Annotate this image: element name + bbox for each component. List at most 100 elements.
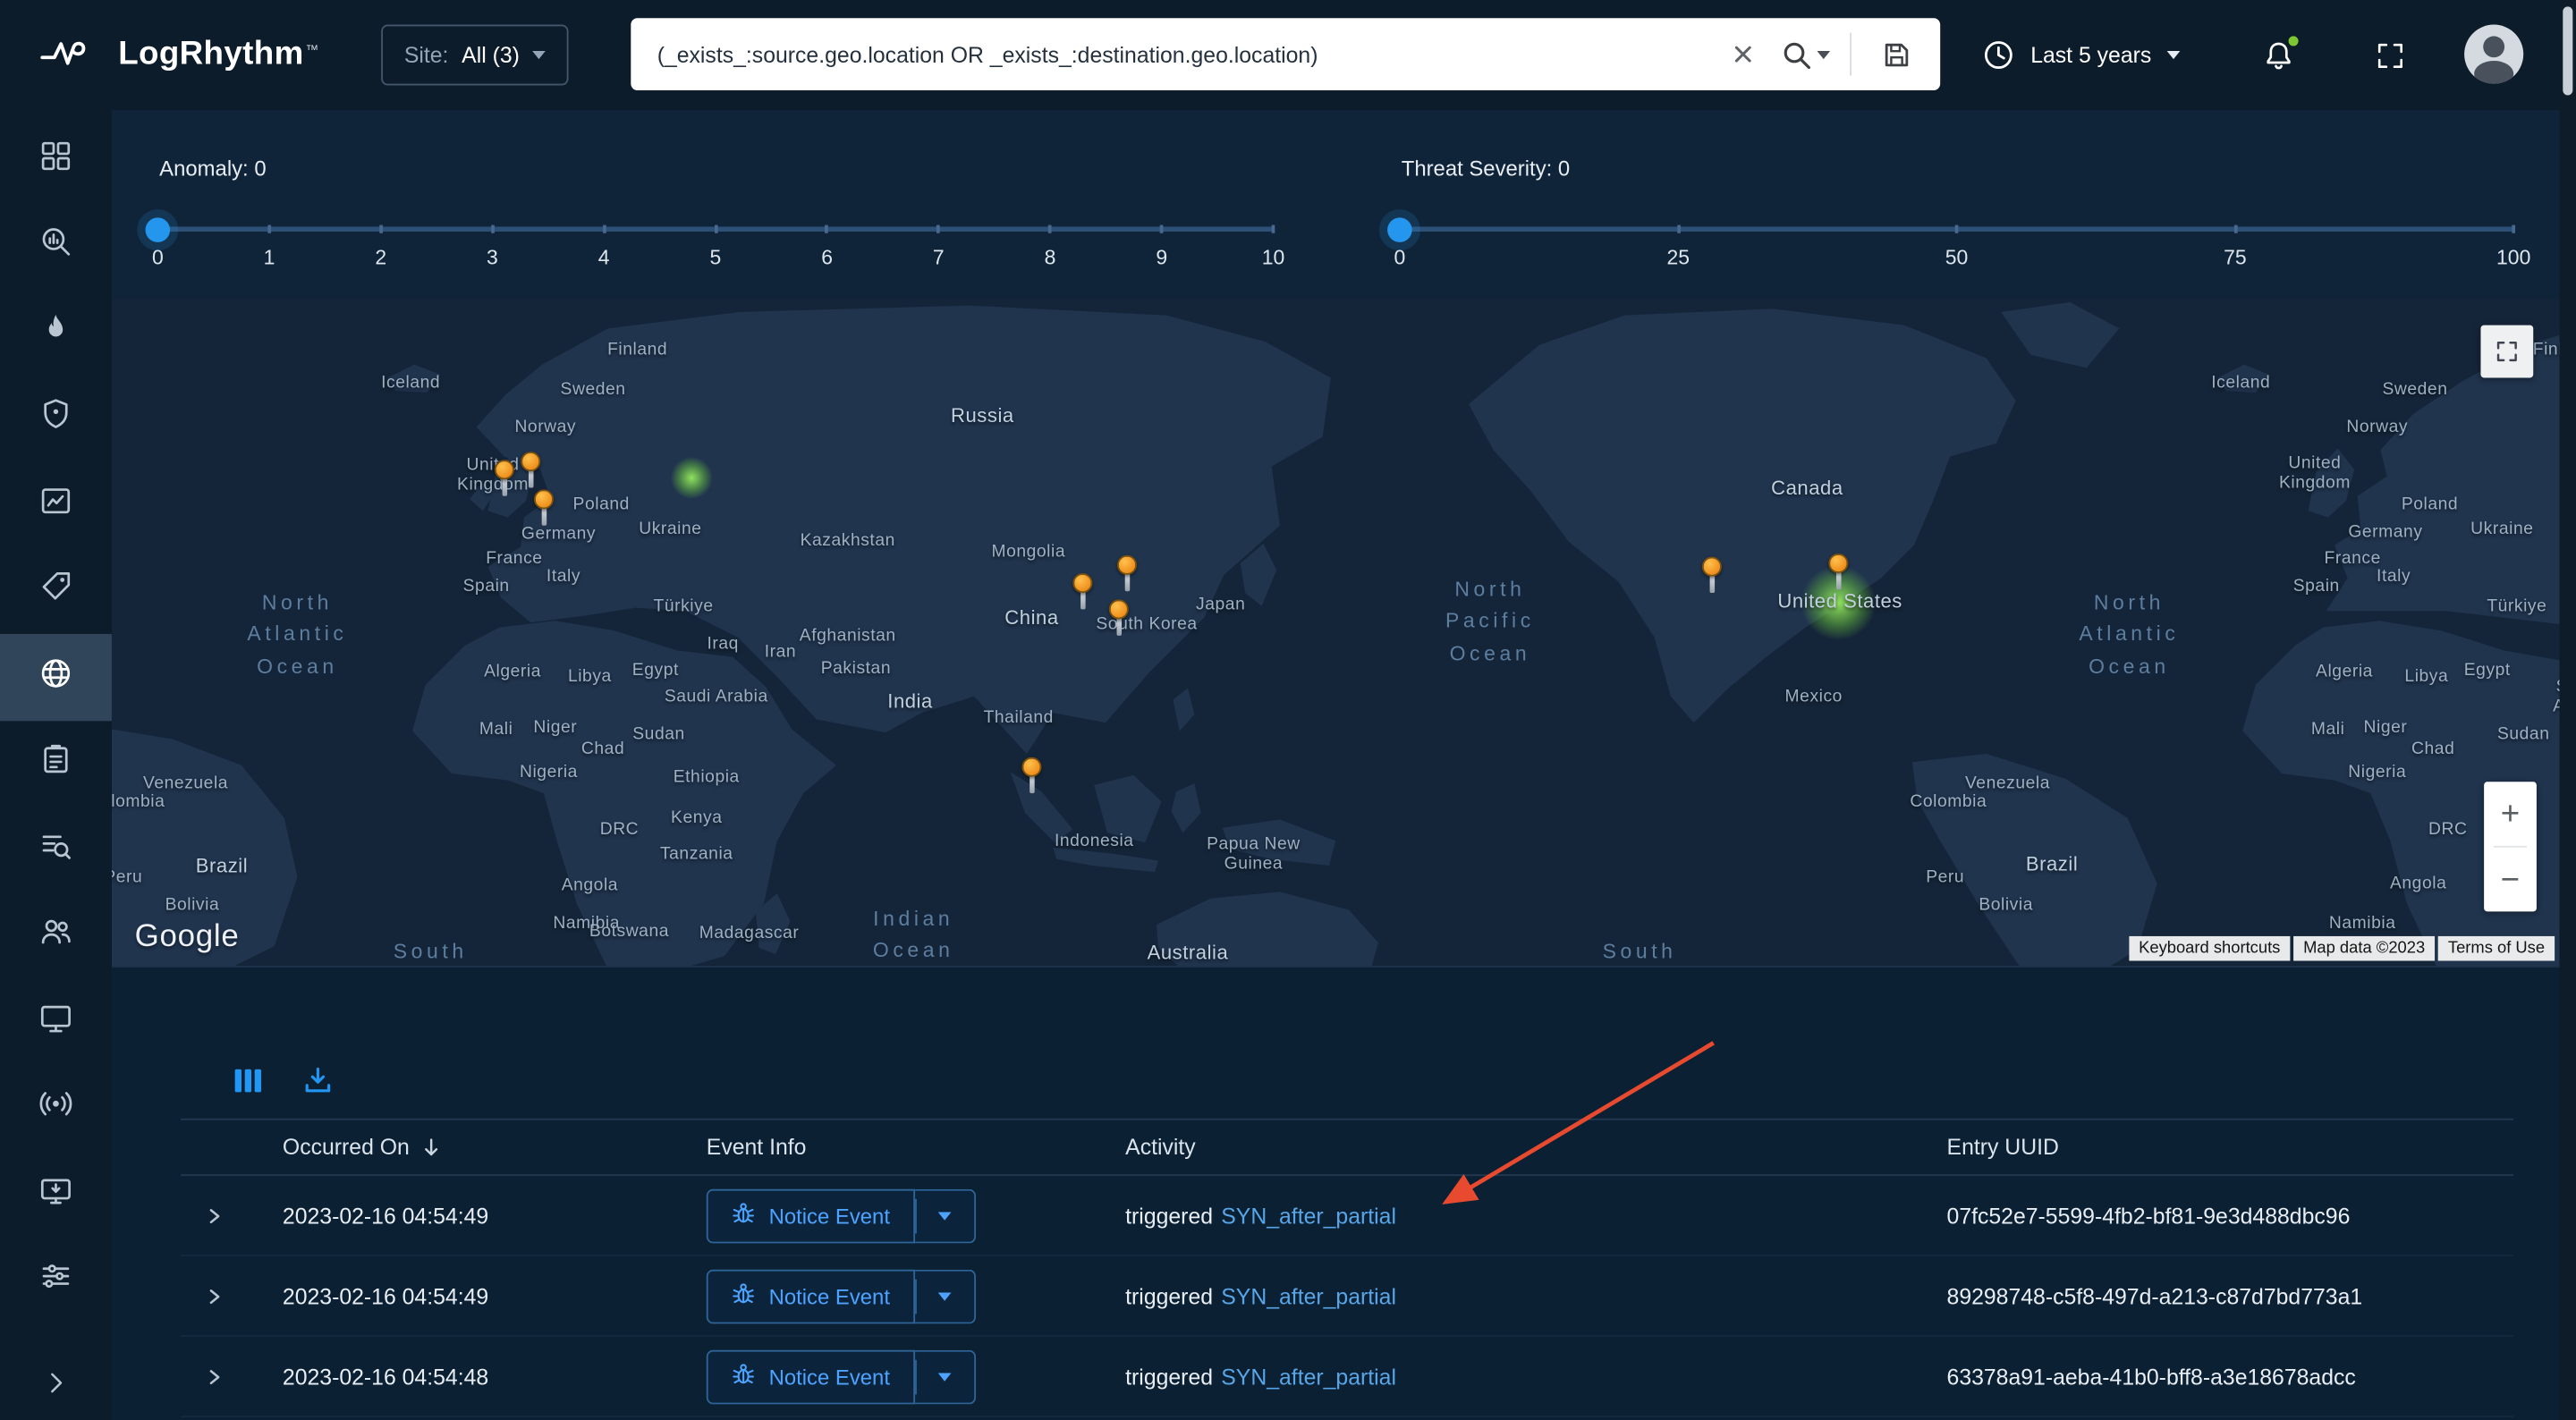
map-label: North Atlantic Ocean <box>247 587 347 683</box>
sidebar-item-shield[interactable] <box>0 376 112 461</box>
google-logo[interactable]: Google <box>135 920 240 956</box>
notice-event-dropdown[interactable] <box>915 1349 976 1404</box>
sidebar-item-list-search[interactable] <box>0 807 112 892</box>
sidebar-item-analyze[interactable] <box>0 203 112 289</box>
map-label: Brazil <box>196 854 248 877</box>
chevron-down-icon <box>1817 50 1830 58</box>
globe-icon <box>38 655 73 699</box>
column-header-entry-uuid[interactable]: Entry UUID <box>1947 1135 2514 1160</box>
column-header-activity[interactable]: Activity <box>1125 1135 1946 1160</box>
sidebar-expand-button[interactable] <box>0 1362 112 1407</box>
map-label: Germany <box>521 524 596 544</box>
sidebar-item-dashboard[interactable] <box>0 116 112 202</box>
map-pin[interactable] <box>1072 573 1092 613</box>
map-label: Norway <box>2346 418 2408 437</box>
scrollbar-thumb[interactable] <box>2563 6 2572 95</box>
clock-icon <box>1981 38 2016 72</box>
map-pin[interactable] <box>1021 757 1041 797</box>
keyboard-shortcuts-link[interactable]: Keyboard shortcuts <box>2129 936 2290 961</box>
chevron-down-icon <box>937 1292 951 1300</box>
sidebar-item-threat[interactable] <box>0 289 112 375</box>
sidebar-item-settings[interactable] <box>0 1238 112 1323</box>
map-fullscreen-button[interactable] <box>2480 325 2533 378</box>
map-label: Japan <box>1196 595 1245 614</box>
map-label: DRC <box>2428 820 2467 840</box>
notifications-button[interactable] <box>2260 0 2296 110</box>
threat-icon <box>38 310 73 355</box>
terms-of-use-link[interactable]: Terms of Use <box>2438 936 2555 961</box>
map-label: Iran <box>765 642 796 662</box>
search-icon <box>1781 38 1812 70</box>
map-label: South <box>394 937 468 966</box>
column-header-event-info[interactable]: Event Info <box>707 1135 1125 1160</box>
page-scrollbar[interactable] <box>2560 0 2576 1420</box>
fullscreen-button[interactable] <box>2374 0 2407 110</box>
notice-event-dropdown[interactable] <box>915 1188 976 1243</box>
top-bar: LogRhythm™ Site: All (3) Last 5 years <box>0 0 2576 110</box>
occurred-on-value: 2023-02-16 04:54:48 <box>283 1364 707 1389</box>
map-pin[interactable] <box>1828 554 1848 593</box>
sidebar-item-users[interactable] <box>0 892 112 978</box>
site-selector[interactable]: Site: All (3) <box>381 25 569 86</box>
activity-link[interactable]: SYN_after_partial <box>1221 1203 1396 1228</box>
sidebar-item-globe[interactable] <box>0 634 112 720</box>
deployment-icon <box>38 1172 73 1217</box>
map-pin[interactable] <box>1117 555 1137 595</box>
reports-icon <box>38 483 73 528</box>
map-label: Papua New Guinea <box>1207 834 1301 874</box>
activity-link[interactable]: SYN_after_partial <box>1221 1364 1396 1389</box>
search-input[interactable] <box>631 42 1712 67</box>
map-label: United States <box>1777 589 1902 613</box>
time-range-value: Last 5 years <box>2030 43 2151 68</box>
search-submit-button[interactable] <box>1775 25 1837 84</box>
map-pin[interactable] <box>534 489 554 528</box>
map-pin[interactable] <box>1109 599 1129 638</box>
sidebar-item-reports[interactable] <box>0 461 112 547</box>
threat-severity-slider-handle <box>1387 216 1412 241</box>
map-label: Algeria <box>484 662 541 681</box>
map-label: Algeria <box>2316 662 2373 681</box>
map-pin[interactable] <box>495 460 514 499</box>
list-search-icon <box>38 827 73 872</box>
map-data-label: Map data ©2023 <box>2293 936 2435 961</box>
map-label: Venezuela <box>1965 773 2050 793</box>
threat-severity-slider: Threat Severity: 0 0255075100 <box>1400 110 2513 299</box>
zoom-out-button[interactable]: − <box>2484 848 2537 912</box>
clear-search-button[interactable] <box>1712 25 1775 84</box>
row-expand-button[interactable] <box>181 1285 225 1306</box>
sidebar-item-cases[interactable] <box>0 720 112 806</box>
table-row: 2023-02-16 04:54:49 Notice Event trigger… <box>181 1176 2513 1256</box>
notice-event-button[interactable]: Notice Event <box>707 1188 915 1243</box>
map-pin[interactable] <box>521 452 540 491</box>
sidebar-item-tag[interactable] <box>0 548 112 634</box>
notice-event-button[interactable]: Notice Event <box>707 1269 915 1323</box>
map-label: Sudan <box>2497 724 2550 744</box>
sidebar-item-agents[interactable] <box>0 979 112 1065</box>
save-search-button[interactable] <box>1865 25 1928 84</box>
map-label: Tanzania <box>660 844 733 864</box>
user-avatar[interactable] <box>2464 25 2523 84</box>
sidebar-item-deployment[interactable] <box>0 1152 112 1238</box>
geo-map[interactable]: IcelandFinlandSwedenNorwayRussiaUnited K… <box>112 299 2560 966</box>
map-label: Niger <box>533 718 577 738</box>
zoom-in-button[interactable]: + <box>2484 782 2537 846</box>
map-label: Norway <box>514 418 576 437</box>
map-pin[interactable] <box>1702 557 1722 596</box>
anomaly-slider-handle[interactable] <box>146 216 171 241</box>
map-label: Namibia <box>2329 913 2396 933</box>
map-label: Egypt <box>632 660 679 680</box>
sidebar-item-network-monitor[interactable] <box>0 1065 112 1151</box>
notice-event-dropdown[interactable] <box>915 1269 976 1323</box>
column-picker-button[interactable] <box>233 1066 263 1095</box>
row-expand-button[interactable] <box>181 1204 225 1226</box>
row-expand-button[interactable] <box>181 1365 225 1387</box>
logrhythm-logo[interactable]: LogRhythm™ <box>39 0 318 110</box>
column-header-occurred-on[interactable]: Occurred On <box>283 1135 707 1160</box>
export-button[interactable] <box>302 1064 334 1095</box>
save-icon <box>1880 38 1911 70</box>
map-label: North Atlantic Ocean <box>2079 587 2179 683</box>
entry-uuid-value: 89298748-c5f8-497d-a213-c87d7bd773a1 <box>1947 1283 2514 1308</box>
notice-event-button[interactable]: Notice Event <box>707 1349 915 1404</box>
activity-link[interactable]: SYN_after_partial <box>1221 1283 1396 1308</box>
time-range-selector[interactable]: Last 5 years <box>1981 0 2179 110</box>
